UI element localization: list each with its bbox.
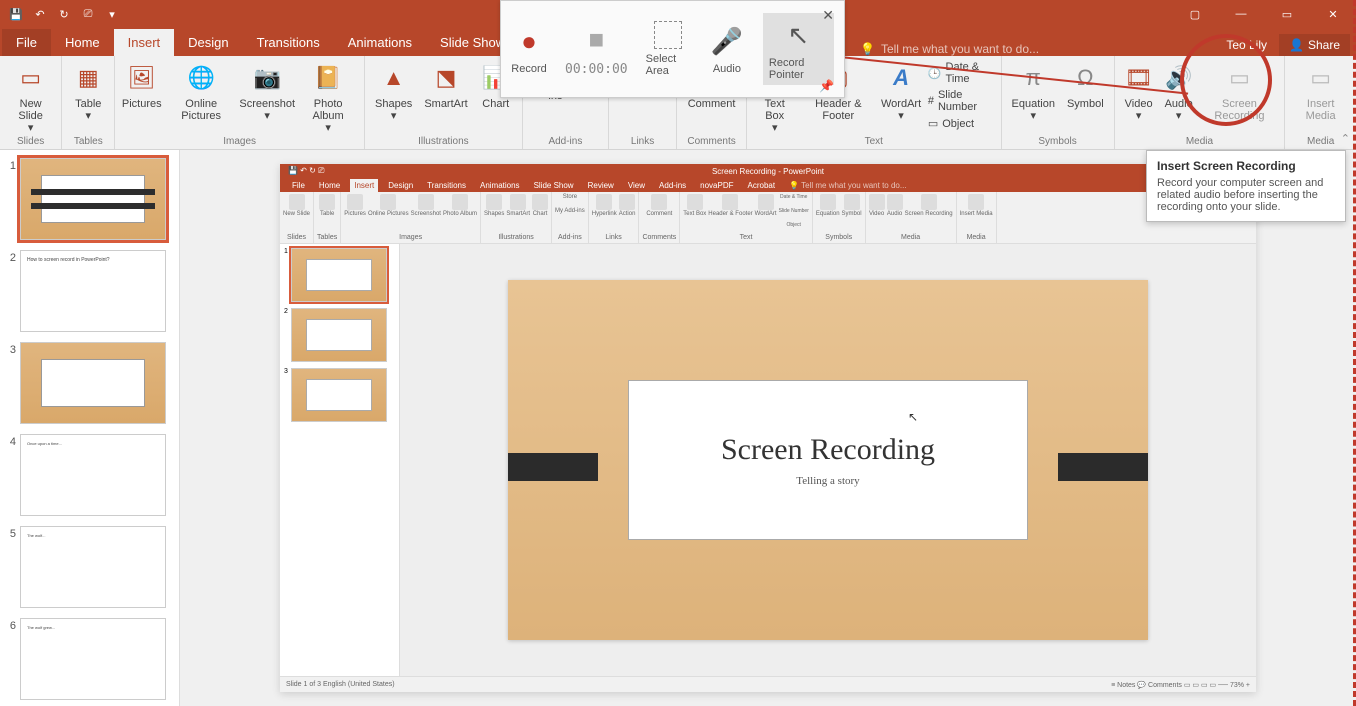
group-addins-label: Add-ins <box>548 136 582 147</box>
group-comments-label: Comments <box>687 136 735 147</box>
tab-file[interactable]: File <box>2 29 51 56</box>
maximize-button[interactable]: ▭ <box>1264 0 1310 28</box>
group-symbols-label: Symbols <box>1038 136 1076 147</box>
recbar-close-icon[interactable]: ✕ <box>822 7 834 24</box>
tab-insert[interactable]: Insert <box>114 29 175 56</box>
object-button[interactable]: ▭ Object <box>926 116 995 131</box>
slide-thumbnail-pane[interactable]: 1 2 How to screen record in PowerPoint? … <box>0 150 180 706</box>
record-button[interactable]: ●Record <box>511 23 547 75</box>
group-images-label: Images <box>223 136 256 147</box>
insert-media-button[interactable]: ▭Insert Media <box>1291 60 1350 124</box>
nested-status-bar: Slide 1 of 3 English (United States) ≡ N… <box>280 676 1256 692</box>
tell-me-search[interactable]: 💡 Tell me what you want to do... <box>860 42 1039 56</box>
qat-undo[interactable]: ↶ <box>32 6 48 22</box>
ribbon-options-icon[interactable]: ▢ <box>1172 0 1218 28</box>
group-tables-label: Tables <box>74 136 103 147</box>
table-button[interactable]: ▦Table▾ <box>68 60 108 124</box>
screen-recording-tooltip: Insert Screen Recording Record your comp… <box>1146 150 1346 222</box>
group-links-label: Links <box>631 136 654 147</box>
screen-recording-button[interactable]: ▭Screen Recording <box>1201 60 1279 124</box>
qat-save[interactable]: 💾 <box>8 6 24 22</box>
recbar-pin-icon[interactable]: 📌 <box>819 79 834 93</box>
pictures-button[interactable]: 🖼Pictures <box>121 60 162 112</box>
minimize-button[interactable]: — <box>1218 0 1264 28</box>
cursor-icon: ↖ <box>908 410 918 424</box>
qat-start[interactable]: ⎚ <box>80 6 96 22</box>
slide-thumb-1[interactable]: 1 <box>4 158 175 240</box>
new-slide-button[interactable]: ▭New Slide▾ <box>6 60 55 136</box>
smartart-button[interactable]: ⬔SmartArt <box>420 60 471 112</box>
tab-transitions[interactable]: Transitions <box>243 29 334 56</box>
slide-number-button[interactable]: # Slide Number <box>926 88 995 114</box>
current-slide[interactable]: 💾 ↶ ↻ ⎚ Screen Recording - PowerPoint Fi… <box>280 164 1256 692</box>
audio-button[interactable]: 🔊Audio▾ <box>1161 60 1197 124</box>
stop-button[interactable]: ■00:00:00 <box>565 22 628 77</box>
nested-slide-subtitle: Telling a story <box>796 475 859 487</box>
slide-edit-area[interactable]: 💾 ↶ ↻ ⎚ Screen Recording - PowerPoint Fi… <box>180 150 1356 706</box>
online-pictures-button[interactable]: 🌐Online Pictures <box>166 60 236 124</box>
shapes-button[interactable]: ▲Shapes▾ <box>371 60 416 124</box>
screenshot-button[interactable]: 📷Screenshot▾ <box>240 60 294 124</box>
screen-record-toolbar: ●Record ■00:00:00 Select Area 🎤Audio ↖Re… <box>500 0 845 98</box>
group-text-label: Text <box>865 136 883 147</box>
nested-ribbon: New SlideSlides TableTables PicturesOnli… <box>280 192 1256 244</box>
select-area-button[interactable]: Select Area <box>646 21 691 77</box>
nested-slide-title: Screen Recording <box>721 433 935 467</box>
slide-thumb-2[interactable]: 2 How to screen record in PowerPoint? <box>4 250 175 332</box>
nested-slide-canvas: Screen Recording Telling a story ↖ <box>508 280 1148 640</box>
equation-button[interactable]: πEquation▾ <box>1008 60 1059 124</box>
group-illustrations-label: Illustrations <box>418 136 469 147</box>
close-button[interactable]: ✕ <box>1310 0 1356 28</box>
user-name[interactable]: Teo Lily <box>1226 38 1267 52</box>
symbol-button[interactable]: ΩSymbol <box>1063 60 1108 112</box>
slide-thumb-4[interactable]: 4 Once upon a time... <box>4 434 175 516</box>
group-media-label: Media <box>1186 136 1213 147</box>
photo-album-button[interactable]: 📔Photo Album▾ <box>298 60 358 136</box>
tab-animations[interactable]: Animations <box>334 29 426 56</box>
collapse-ribbon-icon[interactable]: ⌃ <box>1341 132 1350 145</box>
nested-tabs: File Home Insert Design Transitions Anim… <box>280 178 1256 192</box>
wordart-button[interactable]: AWordArt▾ <box>880 60 922 124</box>
tab-home[interactable]: Home <box>51 29 114 56</box>
qat-more[interactable]: ▾ <box>104 6 120 22</box>
qat-redo[interactable]: ↻ <box>56 6 72 22</box>
group-insert-media-label: Media <box>1307 136 1334 147</box>
nested-thumbs: 1 2 3 <box>280 244 400 676</box>
slide-thumb-3[interactable]: 3 <box>4 342 175 424</box>
tab-design[interactable]: Design <box>174 29 242 56</box>
slide-thumb-5[interactable]: 5 The wolf... <box>4 526 175 608</box>
date-time-button[interactable]: 🕒 Date & Time <box>926 60 995 86</box>
group-slides-label: Slides <box>17 136 44 147</box>
record-audio-button[interactable]: 🎤Audio <box>709 23 745 75</box>
slide-thumb-6[interactable]: 6 The wolf grew... <box>4 618 175 700</box>
share-button[interactable]: 👤 Share <box>1279 34 1350 56</box>
nested-titlebar: 💾 ↶ ↻ ⎚ Screen Recording - PowerPoint <box>280 164 1256 178</box>
video-button[interactable]: 🎞Video▾ <box>1121 60 1157 124</box>
